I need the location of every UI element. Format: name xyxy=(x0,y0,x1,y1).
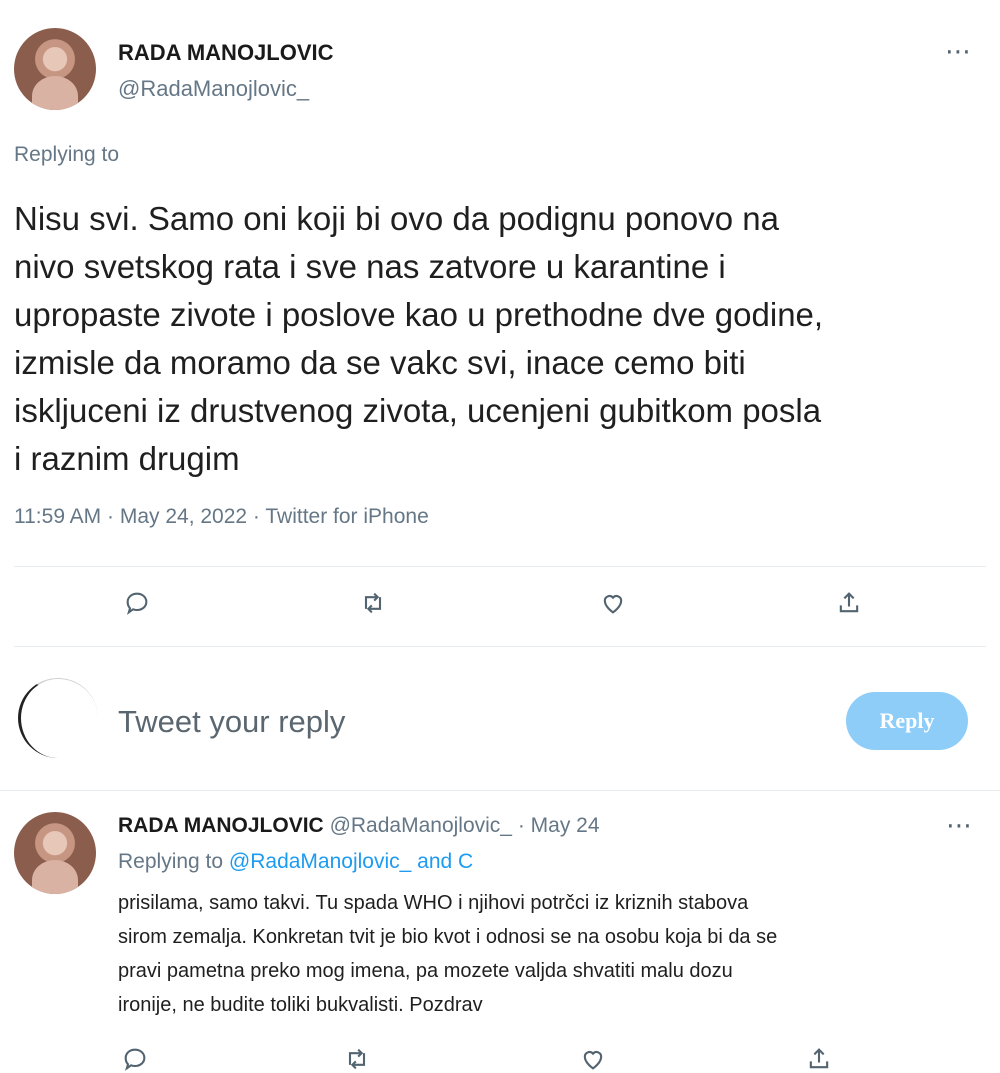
reply-button[interactable]: Reply xyxy=(846,692,968,750)
replying-to-label: Replying to xyxy=(14,143,120,166)
tweet-text-line: izmisle da moramo da se vakc svi, inace … xyxy=(14,344,746,381)
divider xyxy=(14,566,986,567)
like-icon[interactable] xyxy=(596,586,630,620)
reply-author-avatar[interactable] xyxy=(14,812,96,894)
author-handle[interactable]: @RadaManojlovic_ xyxy=(118,76,309,102)
reply-tweet[interactable]: RADA MANOJLOVIC @RadaManojlovic_ · May 2… xyxy=(0,800,1000,1073)
author-name[interactable]: RADA MANOJLOVIC xyxy=(118,40,334,66)
replying-to-link[interactable]: @RadaManojlovic_ xyxy=(229,850,411,873)
tweet-header: RADA MANOJLOVIC @RadaManojlovic_ ⋯ xyxy=(14,28,986,112)
reply-icon[interactable] xyxy=(118,1042,152,1073)
more-options-icon[interactable]: ⋯ xyxy=(945,36,972,67)
share-icon[interactable] xyxy=(832,586,866,620)
divider xyxy=(14,646,986,647)
author-avatar[interactable] xyxy=(14,28,96,110)
reply-input[interactable]: Tweet your reply xyxy=(118,704,345,740)
tweet-text-line: iskljuceni iz drustvenog zivota, ucenjen… xyxy=(14,392,822,429)
reply-date[interactable]: · May 24 xyxy=(518,814,600,837)
reply-author-name[interactable]: RADA MANOJLOVIC xyxy=(118,814,324,837)
reply-replying-to: Replying to @RadaManojlovic_ and C xyxy=(118,850,473,874)
retweet-icon[interactable] xyxy=(356,586,390,620)
tweet-actions xyxy=(0,586,1000,626)
reply-composer: Tweet your reply Reply xyxy=(0,672,1000,782)
user-avatar xyxy=(18,678,98,758)
reply-text-line: prisilama, samo takvi. Tu spada WHO i nj… xyxy=(118,892,749,914)
tweet-text-line: upropaste zivote i poslove kao u prethod… xyxy=(14,296,824,333)
tweet-meta[interactable]: 11:59 AM · May 24, 2022 · Twitter for iP… xyxy=(14,505,429,529)
retweet-icon[interactable] xyxy=(340,1042,374,1073)
tweet-text-line: i raznim drugim xyxy=(14,440,240,477)
tweet-text-line: nivo svetskog rata i sve nas zatvore u k… xyxy=(14,248,726,285)
share-icon[interactable] xyxy=(802,1042,836,1073)
reply-text: prisilama, samo takvi. Tu spada WHO i nj… xyxy=(118,886,978,1022)
reply-text-line: ironije, ne budite toliki bukvalisti. Po… xyxy=(118,994,483,1016)
reply-actions xyxy=(0,1042,1000,1073)
tweet-text-line: Nisu svi. Samo oni koji bi ovo da podign… xyxy=(14,200,779,237)
reply-text-line: pravi pametna preko mog imena, pa mozete… xyxy=(118,960,733,982)
reply-text-line: sirom zemalja. Konkretan tvit je bio kvo… xyxy=(118,926,778,948)
reply-author-handle[interactable]: @RadaManojlovic_ xyxy=(330,814,512,837)
tweet-text: Nisu svi. Samo oni koji bi ovo da podign… xyxy=(14,195,986,483)
like-icon[interactable] xyxy=(576,1042,610,1073)
replying-to-others-link[interactable]: and C xyxy=(417,850,473,873)
more-options-icon[interactable]: ⋯ xyxy=(946,810,972,841)
reply-icon[interactable] xyxy=(120,586,154,620)
divider xyxy=(0,790,1000,791)
reply-header: RADA MANOJLOVIC @RadaManojlovic_ · May 2… xyxy=(118,814,600,838)
replying-to-label: Replying to xyxy=(118,850,224,873)
